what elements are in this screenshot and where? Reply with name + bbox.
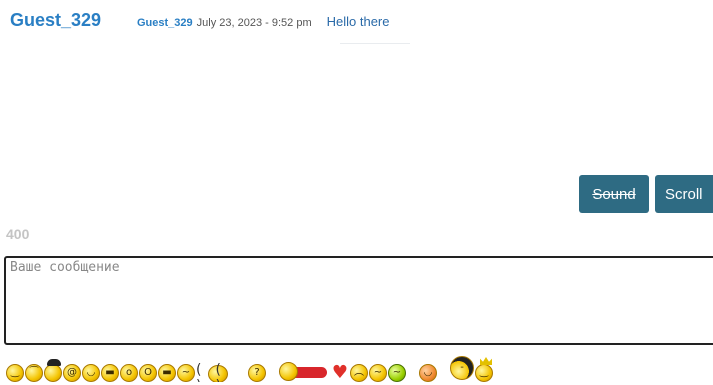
message-author[interactable]: Guest_329 (137, 17, 193, 29)
smile-icon[interactable]: ‿ (6, 364, 24, 382)
mobster-icon[interactable]: - (450, 356, 474, 380)
superman-icon[interactable] (279, 362, 327, 382)
sad-icon[interactable]: ︵ (350, 364, 368, 382)
dizzy-icon[interactable]: @ (63, 364, 81, 382)
char-counter: 400 (6, 226, 30, 242)
think-icon[interactable]: ? (248, 364, 266, 382)
current-user-name: Guest_329 (10, 10, 102, 30)
blush-icon[interactable]: ◡ (419, 364, 437, 382)
sick-icon[interactable]: ~ (369, 364, 387, 382)
grin-icon[interactable]: ▬ (101, 364, 119, 382)
heart-icon[interactable]: ♥ (331, 364, 349, 382)
message-text: Hello there (326, 14, 390, 29)
confused-icon[interactable]: ~ (177, 364, 195, 382)
message-input[interactable] (4, 256, 713, 345)
pirate-icon[interactable] (44, 359, 62, 382)
green-icon[interactable]: ~ (388, 364, 406, 382)
shocked-icon[interactable]: O (139, 364, 157, 382)
sound-toggle-button[interactable]: Sound (579, 175, 649, 213)
smiley-bar: ‿ ⁀ @ ◡ ▬ o O ▬ ~ ? ♥ ︵ ~ ~ ◡ - ‿ (6, 356, 713, 382)
surprised-icon[interactable]: o (120, 364, 138, 382)
laugh-icon[interactable]: ◡ (82, 364, 100, 382)
cool-icon[interactable]: ▬ (158, 364, 176, 382)
king-icon[interactable]: ‿ (475, 364, 493, 382)
chat-message: Guest_329 July 23, 2023 - 9:52 pm Hello … (137, 14, 390, 29)
scroll-toggle-button[interactable]: Scroll (655, 175, 713, 213)
message-divider (340, 43, 410, 44)
spider-icon[interactable] (196, 362, 240, 382)
message-timestamp: July 23, 2023 - 9:52 pm (196, 17, 312, 29)
wink-icon[interactable]: ⁀ (25, 364, 43, 382)
